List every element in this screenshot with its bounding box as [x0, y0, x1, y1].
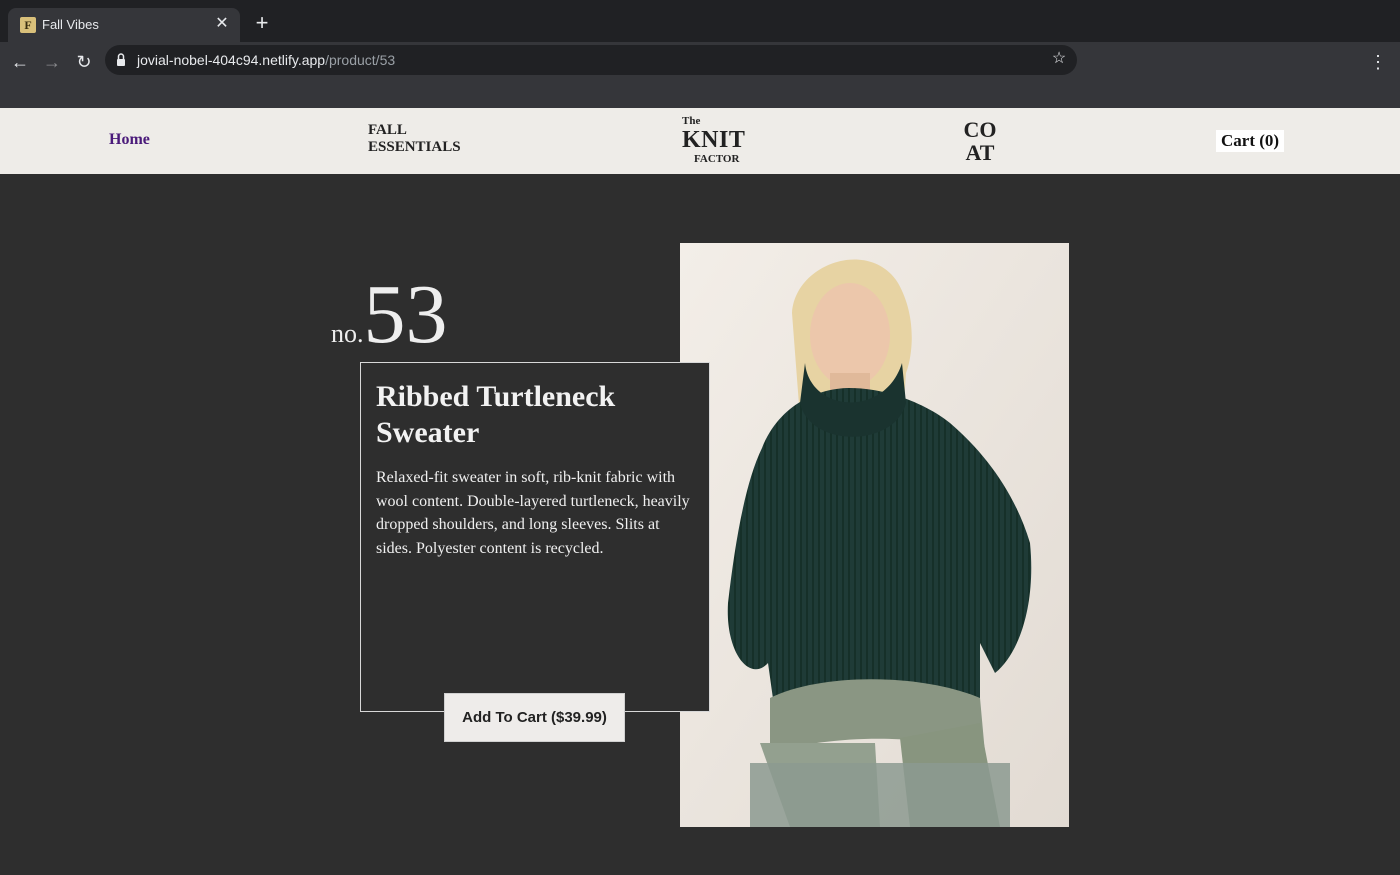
url-path: /product/53: [325, 52, 396, 68]
add-to-cart-button[interactable]: Add To Cart ($39.99): [444, 693, 625, 742]
product-number-prefix: no.: [331, 319, 364, 348]
browser-tab[interactable]: F Fall Vibes ✕: [8, 8, 240, 42]
logo-factor: FACTOR: [694, 153, 740, 165]
site-logo[interactable]: The KNIT FACTOR: [682, 115, 752, 169]
arrow-right-icon[interactable]: →: [38, 48, 66, 76]
browser-tab-strip: F Fall Vibes ✕ +: [0, 0, 1400, 42]
product-number: no.53: [331, 270, 448, 360]
product-title: Ribbed Turtleneck Sweater: [376, 380, 616, 449]
address-bar[interactable]: jovial-nobel-404c94.netlify.app/product/…: [105, 45, 1077, 75]
lock-icon: [117, 53, 125, 66]
url-text: jovial-nobel-404c94.netlify.app/product/…: [137, 52, 395, 68]
star-icon[interactable]: ☆: [1049, 49, 1069, 69]
cart-link[interactable]: Cart (0): [1216, 130, 1285, 152]
sweater-model-illustration: [680, 243, 1069, 827]
logo-knit: KNIT: [682, 127, 746, 153]
product-number-value: 53: [363, 268, 448, 361]
fall-essentials-line2: ESSENTIALS: [368, 139, 461, 155]
plus-icon[interactable]: +: [250, 12, 274, 36]
product-info-card: Ribbed Turtleneck Sweater Relaxed-fit sw…: [360, 362, 710, 712]
product-description: Relaxed-fit sweater in soft, rib-knit fa…: [376, 469, 690, 557]
reload-icon[interactable]: ↻: [70, 48, 98, 76]
favicon-icon: F: [20, 17, 36, 33]
nav-fall-essentials-link[interactable]: FALL ESSENTIALS: [368, 122, 488, 156]
coat-line1: CO: [963, 117, 997, 142]
coat-line2: AT: [965, 140, 995, 165]
nav-home-link[interactable]: Home: [109, 131, 150, 149]
browser-toolbar: ← → ↻ jovial-nobel-404c94.netlify.app/pr…: [0, 42, 1400, 108]
site-header: Home FALL ESSENTIALS The KNIT FACTOR CO …: [0, 108, 1400, 174]
arrow-left-icon[interactable]: ←: [6, 48, 34, 76]
close-icon[interactable]: ✕: [212, 14, 232, 34]
fall-essentials-line1: FALL: [368, 122, 407, 138]
nav-coat-link[interactable]: CO AT: [958, 118, 1002, 164]
url-host: jovial-nobel-404c94.netlify.app: [137, 52, 326, 68]
tab-title: Fall Vibes: [42, 17, 99, 32]
product-image: [680, 243, 1069, 827]
kebab-menu-icon[interactable]: ⋮: [1368, 48, 1388, 76]
